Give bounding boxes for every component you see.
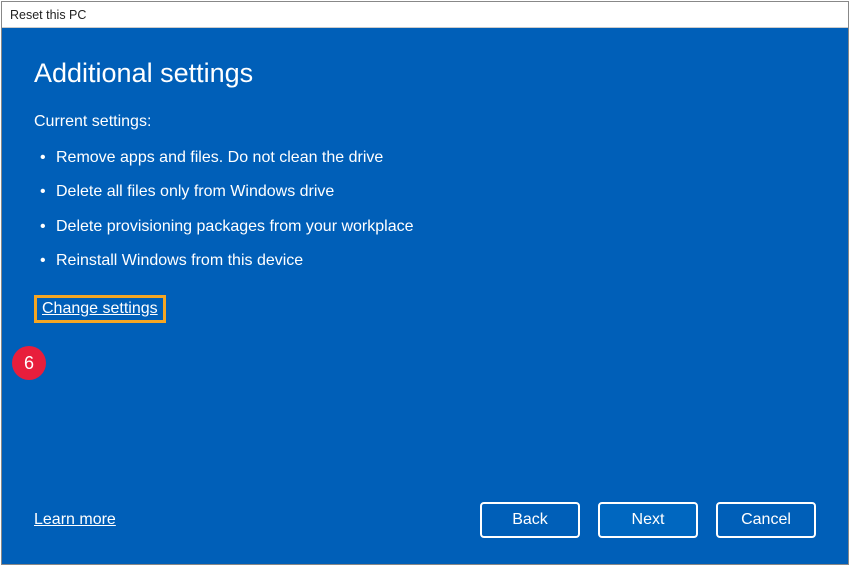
window-title: Reset this PC [10, 8, 86, 22]
change-settings-link[interactable]: Change settings [42, 300, 158, 317]
dialog-footer: Learn more Back Next Cancel [34, 502, 816, 544]
change-settings-highlight: Change settings [34, 291, 816, 323]
titlebar: Reset this PC [2, 2, 848, 28]
list-item: Reinstall Windows from this device [34, 244, 816, 278]
back-button[interactable]: Back [480, 502, 580, 538]
next-button[interactable]: Next [598, 502, 698, 538]
page-heading: Additional settings [34, 58, 816, 89]
current-settings-label: Current settings: [34, 113, 816, 131]
list-item: Delete provisioning packages from your w… [34, 210, 816, 244]
dialog-content: Additional settings Current settings: Re… [2, 28, 848, 564]
cancel-button[interactable]: Cancel [716, 502, 816, 538]
list-item: Delete all files only from Windows drive [34, 175, 816, 209]
reset-pc-dialog: Reset this PC Additional settings Curren… [1, 1, 849, 565]
annotation-step-badge: 6 [12, 346, 46, 380]
button-row: Back Next Cancel [480, 502, 816, 538]
list-item: Remove apps and files. Do not clean the … [34, 141, 816, 175]
settings-list: Remove apps and files. Do not clean the … [34, 141, 816, 279]
highlight-box: Change settings [34, 295, 166, 323]
learn-more-link[interactable]: Learn more [34, 511, 116, 529]
